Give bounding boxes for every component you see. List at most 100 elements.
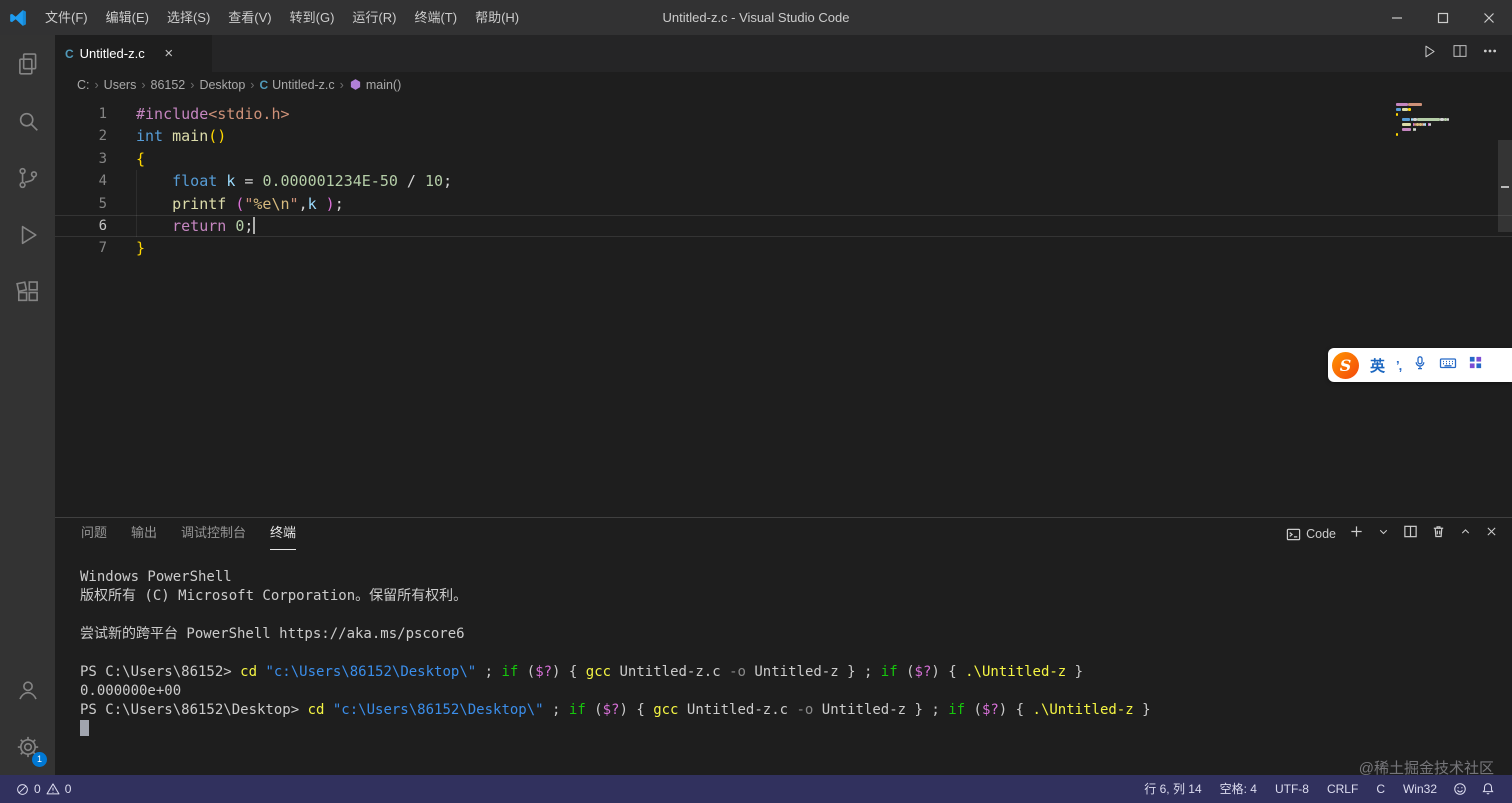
status-item-platform[interactable]: Win32 bbox=[1394, 775, 1446, 803]
feedback-icon[interactable] bbox=[1446, 775, 1474, 803]
minimap-line bbox=[1396, 118, 1496, 121]
terminal-line: 0.000000e+00 bbox=[80, 683, 182, 699]
breadcrumb-separator: › bbox=[339, 78, 344, 92]
code-lines: 1 #include<stdio.h> 2 int main() 3{4 float k… bbox=[55, 103, 1512, 260]
breadcrumb-separator: › bbox=[190, 78, 195, 92]
line-number: 5 bbox=[98, 195, 107, 212]
menu-selection[interactable]: 选择(S) bbox=[158, 0, 219, 35]
symbol-method-icon bbox=[349, 78, 362, 92]
error-count: 0 bbox=[34, 782, 41, 796]
code-text: return 0; bbox=[172, 216, 255, 235]
menu-view[interactable]: 查看(V) bbox=[219, 0, 280, 35]
maximize-icon[interactable] bbox=[1420, 0, 1466, 35]
line-number: 1 bbox=[98, 106, 107, 122]
tab-close-icon[interactable]: × bbox=[159, 44, 179, 64]
account-icon[interactable] bbox=[0, 661, 55, 718]
activity-bar-spacer bbox=[0, 320, 55, 661]
code-line-3[interactable]: 3{ bbox=[55, 148, 1512, 170]
code-text: float k = 0.000001234E-50 / 10; bbox=[172, 172, 453, 191]
search-icon[interactable] bbox=[0, 92, 55, 149]
terminal-instance-label: Code bbox=[1306, 527, 1336, 541]
punctuation-icon[interactable]: ’, bbox=[1396, 358, 1402, 373]
breadcrumb-separator: › bbox=[250, 78, 255, 92]
code-line-7[interactable]: 7} bbox=[55, 237, 1512, 259]
status-bar: 0 0 行 6, 列 14 空格: 4 UTF-8 CRLF C Win32 bbox=[0, 775, 1512, 803]
notifications-bell-icon[interactable] bbox=[1474, 775, 1502, 803]
ime-language-mode[interactable]: 英 bbox=[1370, 355, 1385, 376]
window-controls bbox=[1374, 0, 1512, 35]
terminal-dropdown-icon[interactable] bbox=[1377, 525, 1390, 543]
c-file-icon: C bbox=[65, 46, 74, 61]
split-editor-icon[interactable] bbox=[1452, 43, 1468, 64]
close-panel-icon[interactable] bbox=[1485, 525, 1498, 543]
tab-untitled-z[interactable]: C Untitled-z.c × bbox=[55, 35, 213, 72]
run-debug-icon[interactable] bbox=[0, 206, 55, 263]
explorer-icon[interactable] bbox=[0, 35, 55, 92]
breadcrumb-label: Users bbox=[103, 78, 137, 92]
breadcrumb-item[interactable]: 86152 bbox=[151, 78, 186, 92]
settings-notification-badge: 1 bbox=[32, 752, 47, 767]
breadcrumb: C: › Users › 86152 › Desktop › C Untitled-z.c › mai… bbox=[55, 72, 1512, 98]
settings-gear-icon[interactable]: 1 bbox=[0, 718, 55, 775]
minimap-line bbox=[1396, 113, 1496, 116]
more-actions-icon[interactable] bbox=[1482, 43, 1498, 64]
minimap-line bbox=[1396, 123, 1496, 126]
menu-help[interactable]: 帮助(H) bbox=[466, 0, 528, 35]
maximize-panel-icon[interactable] bbox=[1459, 525, 1472, 543]
breadcrumb-item[interactable]: C Untitled-z.c bbox=[259, 78, 334, 92]
code-text: int main() bbox=[136, 127, 227, 146]
breadcrumb-item[interactable]: main() bbox=[349, 78, 401, 92]
new-terminal-icon[interactable] bbox=[1349, 524, 1364, 544]
code-line-6[interactable]: 6 return 0; bbox=[55, 215, 1512, 237]
run-code-icon[interactable] bbox=[1421, 43, 1438, 65]
vscode-window: 文件(F) 编辑(E) 选择(S) 查看(V) 转到(G) 运行(R) 终端(T) 帮助(H)… bbox=[0, 0, 1512, 803]
mic-icon[interactable] bbox=[1412, 355, 1428, 376]
panel-tab-problems[interactable]: 问题 bbox=[81, 518, 107, 550]
breadcrumb-item[interactable]: C: bbox=[77, 78, 90, 92]
code-text: { bbox=[136, 149, 146, 168]
status-item-language-mode[interactable]: C bbox=[1367, 775, 1394, 803]
code-line-2[interactable]: 2 int main() bbox=[55, 125, 1512, 147]
extensions-icon[interactable] bbox=[0, 263, 55, 320]
menu-run[interactable]: 运行(R) bbox=[343, 0, 405, 35]
sogou-logo-icon[interactable]: S bbox=[1332, 351, 1359, 379]
close-window-icon[interactable] bbox=[1466, 0, 1512, 35]
code-line-4[interactable]: 4 float k = 0.000001234E-50 / 10; bbox=[55, 170, 1512, 192]
code-line-1[interactable]: 1 #include<stdio.h> bbox=[55, 103, 1512, 125]
status-item-encoding[interactable]: UTF-8 bbox=[1266, 775, 1318, 803]
code-line-5[interactable]: 5 printf ("%e\n",k ); bbox=[55, 193, 1512, 215]
panel-tab-terminal[interactable]: 终端 bbox=[270, 518, 297, 550]
toolbox-grid-icon[interactable] bbox=[1468, 355, 1483, 375]
editor[interactable]: 1 #include<stdio.h> 2 int main() 3{4 float k… bbox=[55, 98, 1512, 517]
vscode-logo-icon[interactable] bbox=[0, 8, 36, 28]
breadcrumb-item[interactable]: Desktop bbox=[199, 78, 245, 92]
status-item-indentation[interactable]: 空格: 4 bbox=[1211, 775, 1266, 803]
minimap[interactable] bbox=[1396, 103, 1496, 138]
minimize-icon[interactable] bbox=[1374, 0, 1420, 35]
sogou-ime-bar[interactable]: S 英 ’, bbox=[1328, 348, 1512, 382]
split-terminal-icon[interactable] bbox=[1403, 524, 1418, 544]
breadcrumb-item[interactable]: Users bbox=[104, 78, 137, 92]
window-title: Untitled-z.c - Visual Studio Code bbox=[662, 10, 850, 25]
menu-file[interactable]: 文件(F) bbox=[36, 0, 97, 35]
panel-tab-output[interactable]: 输出 bbox=[131, 518, 157, 550]
status-item-cursor-position[interactable]: 行 6, 列 14 bbox=[1135, 775, 1210, 803]
problems-status[interactable]: 0 0 bbox=[10, 775, 77, 803]
c-file-icon: C bbox=[259, 78, 269, 92]
source-control-icon[interactable] bbox=[0, 149, 55, 206]
terminal-line: PS C:\Users\86152\Desktop> cd "c:\Users\… bbox=[80, 702, 1151, 718]
terminal-content[interactable]: Windows PowerShell 版权所有 (C) Microsoft Cor… bbox=[55, 550, 1512, 775]
panel-actions: Code bbox=[1286, 524, 1498, 544]
keyboard-icon[interactable] bbox=[1439, 355, 1457, 376]
terminal-instance[interactable]: Code bbox=[1286, 527, 1336, 542]
menu-edit[interactable]: 编辑(E) bbox=[97, 0, 158, 35]
panel-tab-debug-console[interactable]: 调试控制台 bbox=[181, 518, 246, 550]
breadcrumb-label: C: bbox=[77, 78, 90, 92]
menu-goto[interactable]: 转到(G) bbox=[281, 0, 344, 35]
kill-terminal-icon[interactable] bbox=[1431, 524, 1446, 544]
menu-terminal[interactable]: 终端(T) bbox=[405, 0, 466, 35]
line-number: 2 bbox=[98, 128, 107, 145]
title-bar: 文件(F) 编辑(E) 选择(S) 查看(V) 转到(G) 运行(R) 终端(T) 帮助(H)… bbox=[0, 0, 1512, 35]
status-item-eol[interactable]: CRLF bbox=[1318, 775, 1367, 803]
